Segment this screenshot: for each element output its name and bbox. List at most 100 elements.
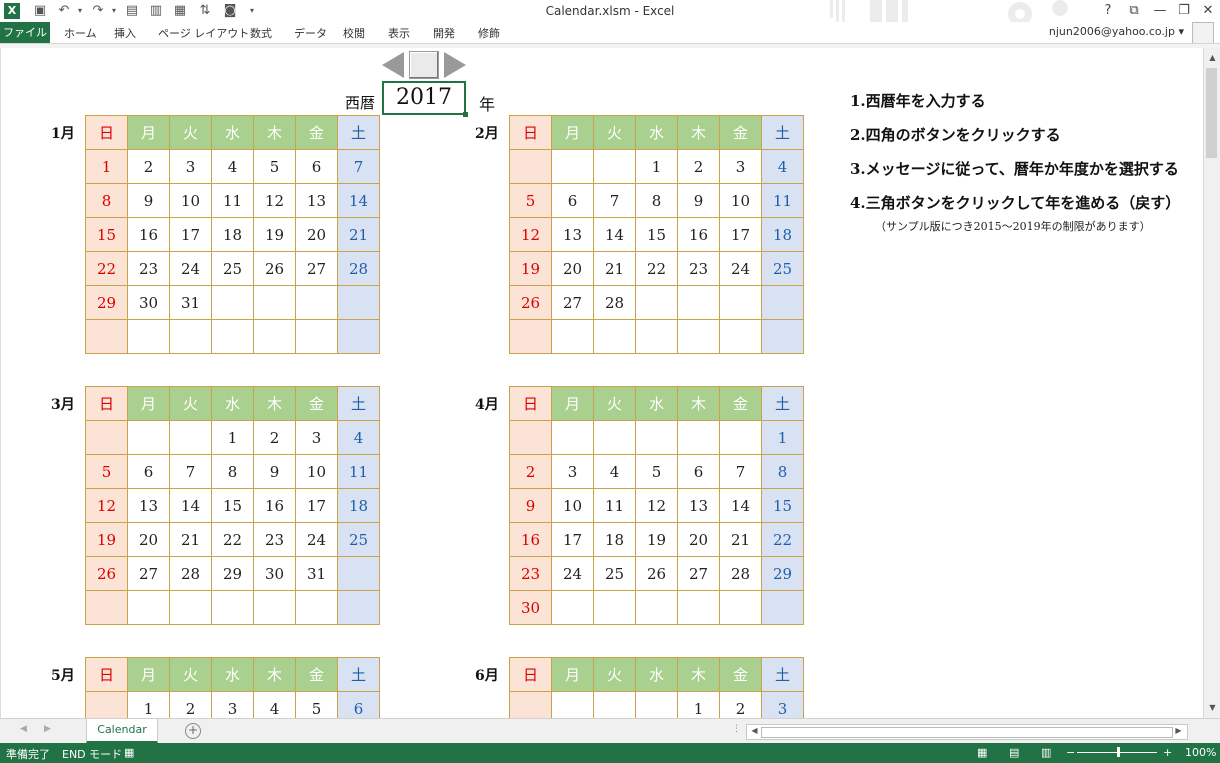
day-cell[interactable] (551, 319, 594, 354)
day-cell[interactable]: 12 (635, 488, 678, 523)
weekday-header[interactable]: 土 (337, 115, 380, 150)
day-cell[interactable]: 18 (761, 217, 804, 252)
weekday-header[interactable]: 金 (719, 657, 762, 692)
day-cell[interactable] (593, 149, 636, 184)
day-cell[interactable]: 29 (85, 285, 128, 320)
day-cell[interactable]: 1 (85, 149, 128, 184)
day-cell[interactable]: 14 (169, 488, 212, 523)
day-cell[interactable] (295, 285, 338, 320)
day-cell[interactable]: 8 (211, 454, 254, 489)
day-cell[interactable]: 3 (169, 149, 212, 184)
day-cell[interactable]: 7 (337, 149, 380, 184)
day-cell[interactable]: 25 (211, 251, 254, 286)
weekday-header[interactable]: 水 (211, 115, 254, 150)
sheet-tab-calendar[interactable]: Calendar (86, 719, 158, 744)
weekday-header[interactable]: 木 (253, 386, 296, 421)
day-cell[interactable]: 16 (127, 217, 170, 252)
day-cell[interactable]: 12 (85, 488, 128, 523)
day-cell[interactable]: 30 (253, 556, 296, 591)
day-cell[interactable]: 18 (593, 522, 636, 557)
day-cell[interactable]: 14 (719, 488, 762, 523)
day-cell[interactable]: 21 (169, 522, 212, 557)
day-cell[interactable] (85, 420, 128, 455)
day-cell[interactable] (635, 420, 678, 455)
weekday-header[interactable]: 日 (509, 657, 552, 692)
avatar[interactable] (1192, 22, 1214, 44)
day-cell[interactable] (509, 319, 552, 354)
day-cell[interactable]: 10 (551, 488, 594, 523)
day-cell[interactable]: 26 (85, 556, 128, 591)
tab-split-icon[interactable]: ⋮ (732, 724, 741, 734)
weekday-header[interactable]: 月 (127, 657, 170, 692)
help-button[interactable]: ? (1098, 2, 1118, 20)
day-cell[interactable]: 5 (635, 454, 678, 489)
day-cell[interactable]: 29 (761, 556, 804, 591)
day-cell[interactable]: 20 (127, 522, 170, 557)
day-cell[interactable]: 3 (295, 420, 338, 455)
day-cell[interactable] (635, 285, 678, 320)
day-cell[interactable]: 9 (127, 183, 170, 218)
day-cell[interactable]: 6 (337, 691, 380, 718)
day-cell[interactable]: 2 (169, 691, 212, 718)
day-cell[interactable]: 8 (85, 183, 128, 218)
weekday-header[interactable]: 土 (337, 386, 380, 421)
day-cell[interactable]: 23 (509, 556, 552, 591)
day-cell[interactable]: 21 (593, 251, 636, 286)
day-cell[interactable] (211, 319, 254, 354)
fill-handle[interactable] (463, 112, 468, 117)
day-cell[interactable]: 20 (295, 217, 338, 252)
weekday-header[interactable]: 水 (211, 386, 254, 421)
day-cell[interactable] (295, 590, 338, 625)
scroll-up-icon[interactable]: ▲ (1205, 50, 1220, 65)
weekday-header[interactable]: 日 (509, 115, 552, 150)
day-cell[interactable]: 3 (211, 691, 254, 718)
day-cell[interactable]: 23 (677, 251, 720, 286)
day-cell[interactable]: 27 (127, 556, 170, 591)
day-cell[interactable]: 13 (677, 488, 720, 523)
day-cell[interactable]: 4 (761, 149, 804, 184)
weekday-header[interactable]: 木 (677, 657, 720, 692)
prev-sheet-icon[interactable]: ◀ (20, 724, 27, 734)
day-cell[interactable]: 11 (337, 454, 380, 489)
tab-review[interactable]: 校閲 (343, 25, 365, 41)
day-cell[interactable]: 21 (719, 522, 762, 557)
day-cell[interactable]: 10 (719, 183, 762, 218)
day-cell[interactable] (593, 590, 636, 625)
weekday-header[interactable]: 火 (169, 657, 212, 692)
day-cell[interactable]: 6 (551, 183, 594, 218)
weekday-header[interactable]: 金 (295, 386, 338, 421)
day-cell[interactable] (719, 285, 762, 320)
day-cell[interactable]: 24 (719, 251, 762, 286)
zoom-in-button[interactable]: + (1163, 746, 1172, 759)
day-cell[interactable]: 22 (85, 251, 128, 286)
day-cell[interactable]: 2 (719, 691, 762, 718)
day-cell[interactable] (253, 319, 296, 354)
day-cell[interactable] (719, 420, 762, 455)
tab-page-layout[interactable]: ページ レイアウト (158, 25, 249, 41)
day-cell[interactable]: 8 (761, 454, 804, 489)
day-cell[interactable]: 2 (127, 149, 170, 184)
day-cell[interactable]: 14 (593, 217, 636, 252)
tab-file[interactable]: ファイル (0, 22, 50, 43)
day-cell[interactable] (509, 149, 552, 184)
day-cell[interactable] (509, 420, 552, 455)
day-cell[interactable]: 25 (337, 522, 380, 557)
day-cell[interactable] (509, 691, 552, 718)
day-cell[interactable] (551, 149, 594, 184)
day-cell[interactable] (295, 319, 338, 354)
tab-data[interactable]: データ (294, 25, 327, 41)
day-cell[interactable]: 12 (253, 183, 296, 218)
day-cell[interactable]: 2 (253, 420, 296, 455)
weekday-header[interactable]: 水 (211, 657, 254, 692)
zoom-out-button[interactable]: − (1066, 746, 1075, 759)
day-cell[interactable] (593, 420, 636, 455)
day-cell[interactable]: 20 (551, 251, 594, 286)
day-cell[interactable]: 9 (253, 454, 296, 489)
day-cell[interactable] (127, 420, 170, 455)
minimize-button[interactable]: — (1150, 2, 1170, 20)
day-cell[interactable] (169, 420, 212, 455)
day-cell[interactable] (677, 285, 720, 320)
scroll-left-icon[interactable]: ◀ (747, 724, 762, 738)
day-cell[interactable]: 17 (551, 522, 594, 557)
day-cell[interactable]: 30 (127, 285, 170, 320)
